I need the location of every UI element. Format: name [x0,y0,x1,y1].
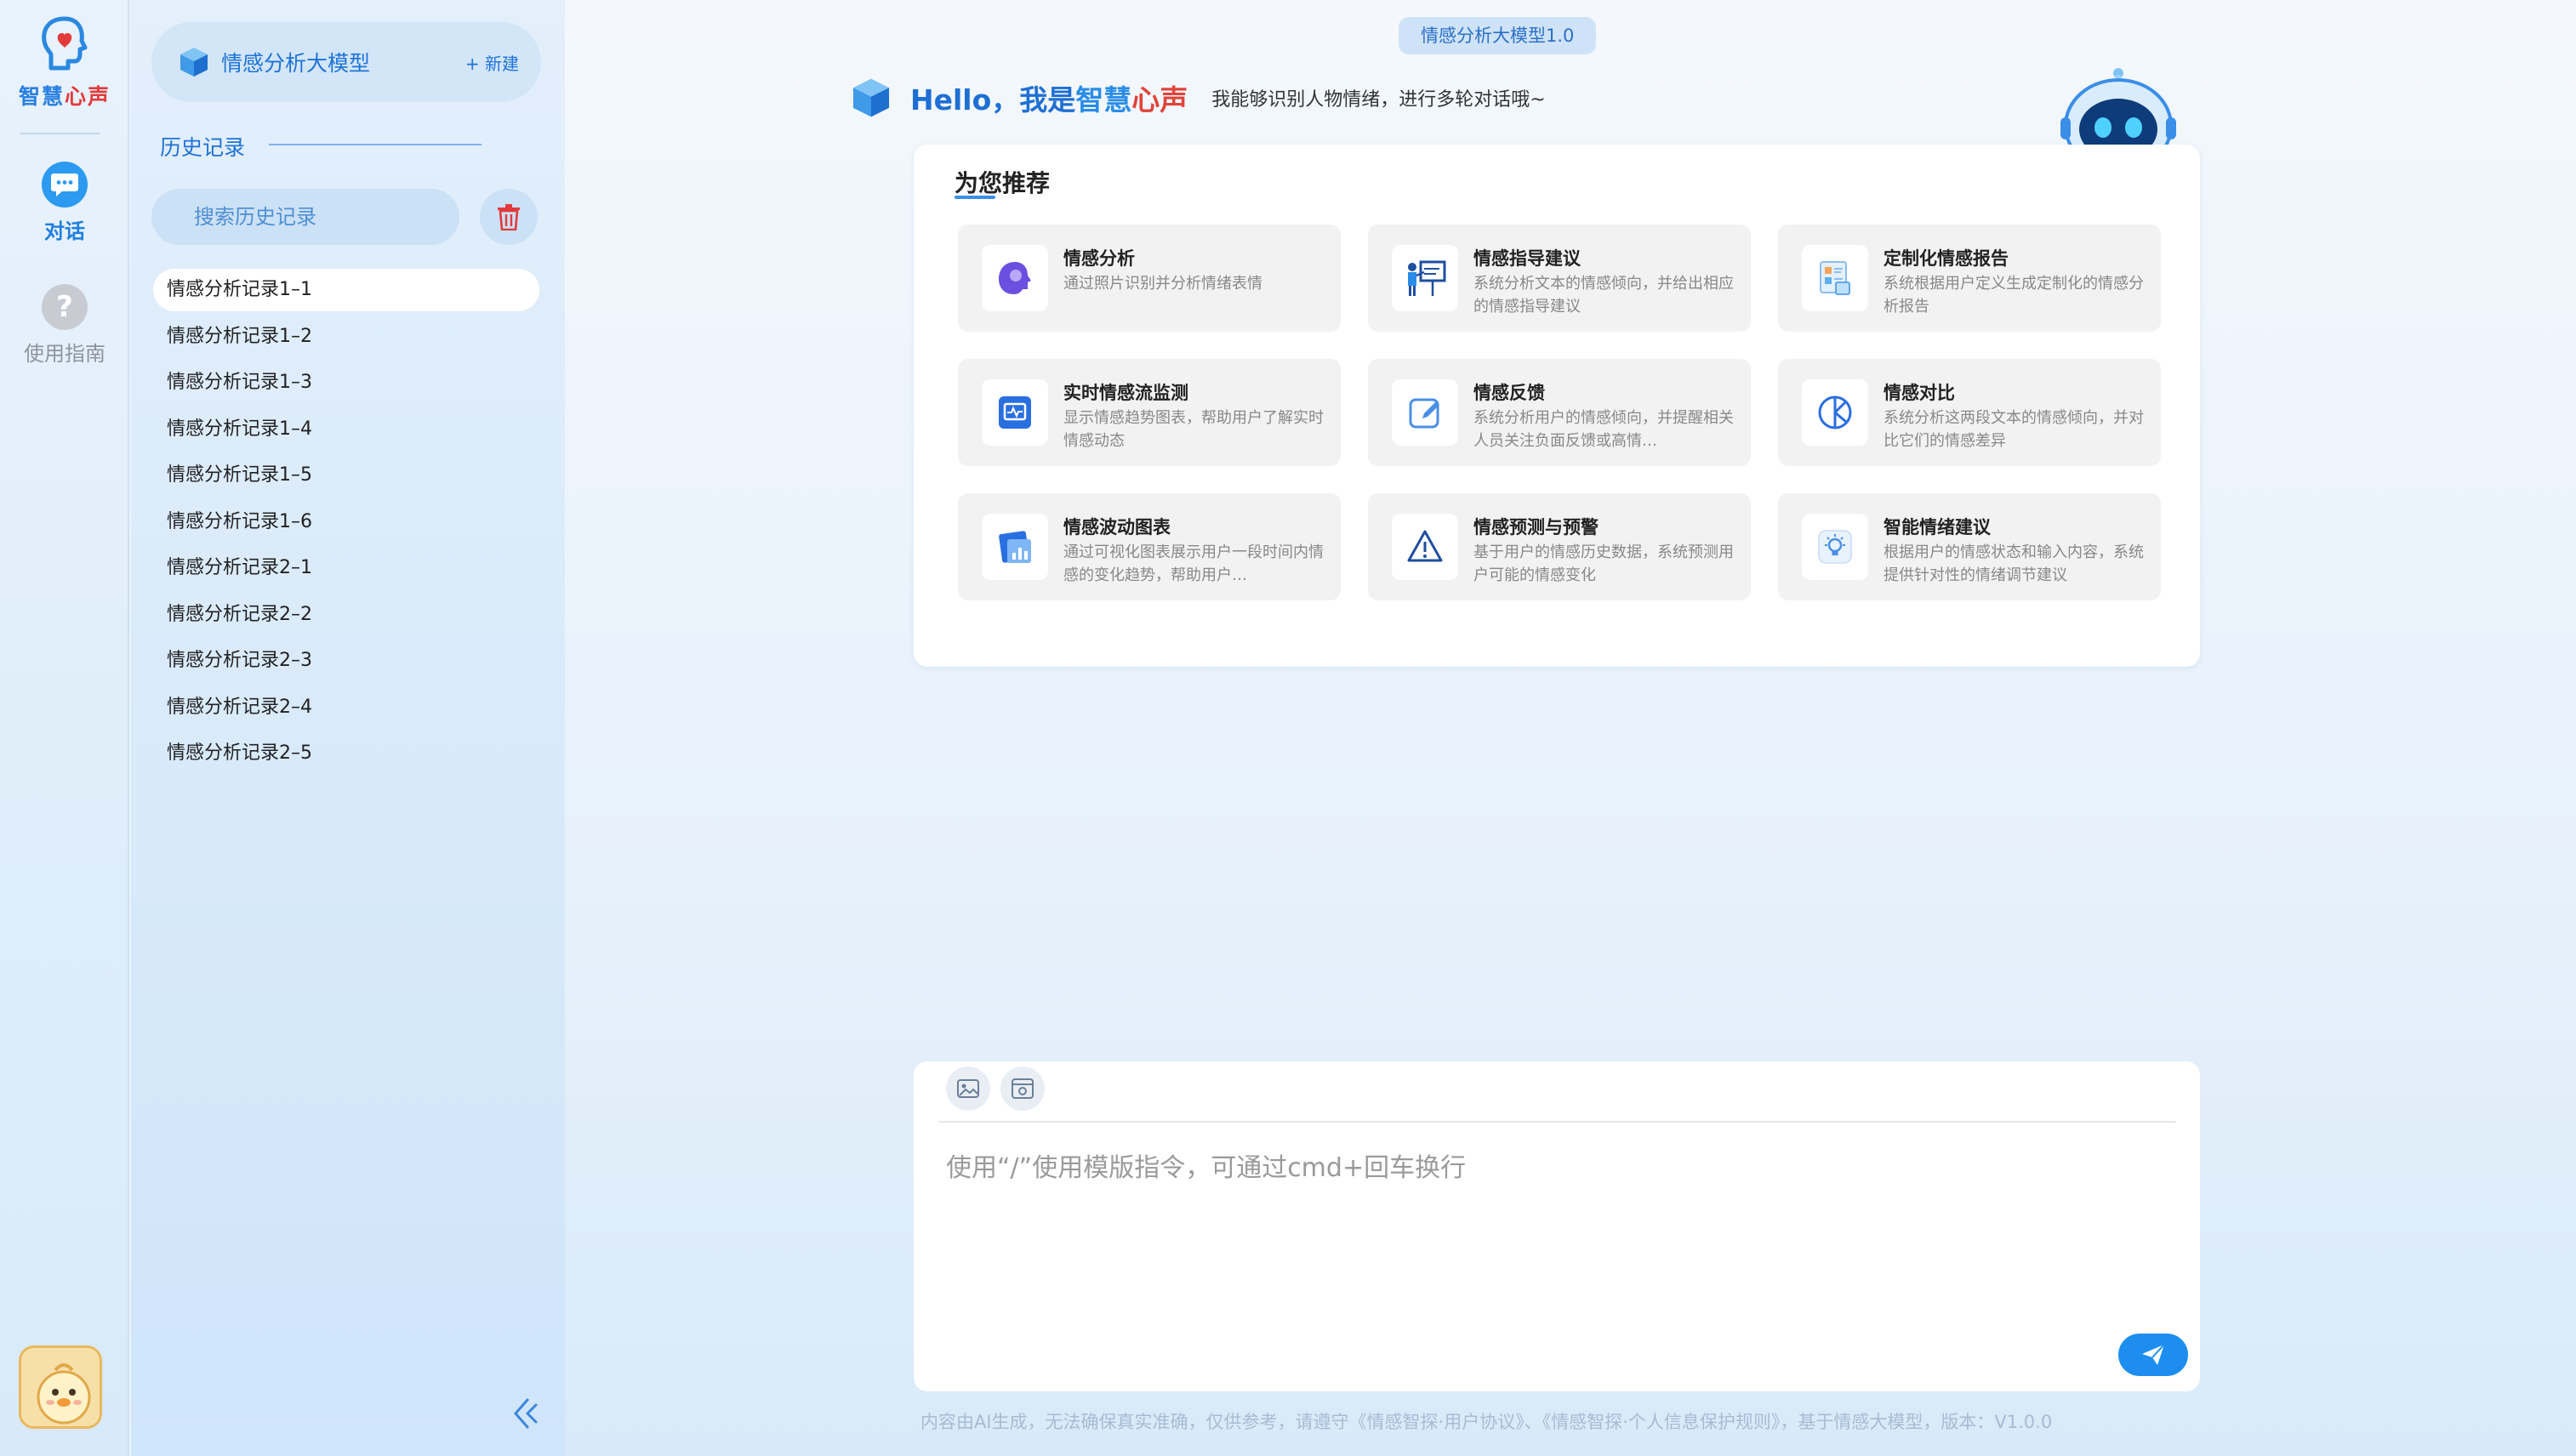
recommend-item-title: 情感预测与预警 [1473,517,1599,537]
upload-file-button[interactable] [1000,1066,1045,1111]
trash-icon [498,204,520,230]
face-scan-icon [982,245,1048,311]
list-item[interactable]: 情感分析记录1–3 [153,361,539,404]
recommend-card: 为您推荐 情感分析 通过照片识别并分析情绪表情 情感指导建议 系统分析文本的情感… [914,145,2200,667]
nav-item-label: 对话 [44,219,85,243]
history-title: 历史记录 [160,135,246,160]
recommend-item-desc: 通过可视化图表展示用户一段时间内情感的变化趋势，帮助用户… [1063,543,1324,584]
list-item[interactable]: 情感分析记录2–5 [153,732,539,775]
upload-image-button[interactable] [946,1066,990,1111]
version-badge: 情感分析大模型1.0 [1399,17,1597,54]
greeting-subtitle: 我能够识别人物情绪，进行多轮对话哦~ [1211,89,1546,111]
recommend-item-realtime-monitor[interactable]: 实时情感流监测 显示情感趋势图表，帮助用户了解实时情感动态 [958,359,1341,466]
recommend-item-feedback[interactable]: 情感反馈 系统分析用户的情感倾向，并提醒相关人员关注负面反馈或高情… [1368,359,1751,466]
message-input[interactable] [946,1146,2154,1317]
history-list: 情感分析记录1–1 情感分析记录1–2 情感分析记录1–3 情感分析记录1–4 … [153,269,539,779]
list-item[interactable]: 情感分析记录2–3 [153,640,539,682]
brand-name-part1: 智慧 [18,84,65,109]
greeting-prefix: Hello，我是 [910,83,1076,117]
list-item[interactable]: 情感分析记录1–1 [153,269,539,311]
app-logo: 智慧心声 [0,15,129,111]
edit-icon [1392,379,1458,446]
double-chevron-left-icon [514,1398,538,1429]
recommend-item-title: 情感对比 [1884,383,1955,403]
recommend-item-desc: 根据用户的情感状态和输入内容，系统提供针对性的情绪调节建议 [1884,543,2144,584]
recommend-item-title: 定制化情感报告 [1884,248,2009,269]
recommend-item-desc: 显示情感趋势图表，帮助用户了解实时情感动态 [1063,409,1324,450]
search-input[interactable] [194,205,449,229]
recommend-item-smart-advice[interactable]: 智能情绪建议 根据用户的情感状态和输入内容，系统提供针对性的情绪调节建议 [1778,493,2161,600]
collapse-sidebar-button[interactable] [509,1395,543,1436]
screen-icon [1012,1078,1034,1099]
report-icon [1802,245,1868,311]
recommend-item-desc: 系统分析这两段文本的情感倾向，并对比它们的情感差异 [1884,409,2144,450]
list-item[interactable]: 情感分析记录1–2 [153,316,539,358]
monitor-icon [982,379,1048,446]
recommend-item-compare[interactable]: 情感对比 系统分析这两段文本的情感倾向，并对比它们的情感差异 [1778,359,2161,466]
warning-icon [1392,514,1458,580]
question-icon: ? [42,284,88,330]
list-item[interactable]: 情感分析记录2–1 [153,547,539,589]
greeting-brand-2: 心声 [1131,83,1188,117]
main-area: 情感分析大模型1.0 Hello，我是智慧心声 我能够识别人物情绪，进行多轮对话… [565,0,2576,1456]
brand-name-part2: 心声 [65,84,111,109]
list-item[interactable]: 情感分析记录1–5 [153,454,539,497]
avatar[interactable] [19,1345,102,1429]
recommend-grid: 情感分析 通过照片识别并分析情绪表情 情感指导建议 系统分析文本的情感倾向，并给… [958,225,2161,600]
recommend-item-emotion-analysis[interactable]: 情感分析 通过照片识别并分析情绪表情 [958,225,1341,332]
greeting: Hello，我是智慧心声 我能够识别人物情绪，进行多轮对话哦~ [851,77,1546,119]
list-item[interactable]: 情感分析记录2–2 [153,594,539,636]
history-search [151,189,459,245]
presentation-icon [1392,245,1458,311]
composer-divider [939,1121,2176,1123]
send-button[interactable] [2118,1334,2188,1376]
cube-icon [852,78,890,117]
list-item[interactable]: 情感分析记录1–6 [153,501,539,543]
recommend-title-underline [955,196,995,199]
compare-icon [1802,379,1868,446]
recommend-item-desc: 系统分析用户的情感倾向，并提醒相关人员关注负面反馈或高情… [1473,409,1734,450]
recommend-item-forecast-warning[interactable]: 情感预测与预警 基于用户的情感历史数据，系统预测用户可能的情感变化 [1368,493,1751,600]
list-item[interactable]: 情感分析记录1–4 [153,408,539,451]
nav-divider [20,133,100,134]
new-chat-button[interactable]: + 新建 [465,50,519,75]
nav-item-label: 使用指南 [24,342,105,366]
recommend-item-custom-report[interactable]: 定制化情感报告 系统根据用户定义生成定制化的情感分析报告 [1778,225,2161,332]
recommend-item-desc: 系统分析文本的情感倾向，并给出相应的情感指导建议 [1473,275,1734,316]
greeting-title: Hello，我是智慧心声 [910,77,1188,118]
cube-icon [180,48,208,77]
chat-bubble-icon [42,162,88,208]
recommend-item-fluctuation-chart[interactable]: 情感波动图表 通过可视化图表展示用户一段时间内情感的变化趋势，帮助用户… [958,493,1341,600]
model-name: 情感分析大模型 [221,51,371,76]
image-icon [957,1079,979,1098]
greeting-brand-1: 智慧 [1075,83,1132,117]
left-nav: 智慧心声 对话 ? 使用指南 [0,0,129,1456]
send-icon [2142,1344,2165,1365]
message-composer [914,1061,2200,1391]
history-divider [269,144,482,145]
model-select-button[interactable]: 情感分析大模型 + 新建 [151,22,541,102]
recommend-item-desc: 通过照片识别并分析情绪表情 [1063,275,1262,293]
history-panel: 情感分析大模型 + 新建 历史记录 情感分析记录1–1 情感分析记录1–2 情感… [131,0,565,1456]
recommend-item-title: 智能情绪建议 [1884,517,1991,537]
nav-item-chat[interactable]: 对话 [0,162,129,244]
brain-heart-icon [42,16,88,71]
recommend-item-desc: 系统根据用户定义生成定制化的情感分析报告 [1884,275,2144,316]
recommend-title: 为您推荐 [955,169,1051,197]
list-item[interactable]: 情感分析记录2–4 [153,686,539,729]
recommend-item-title: 情感分析 [1063,248,1135,269]
footer-disclaimer: 内容由AI生成，无法确保真实准确，仅供参考，请遵守《情感智探·用户协议》、《情感… [920,1412,2053,1432]
recommend-item-title: 情感指导建议 [1473,248,1581,269]
lightbulb-icon [1802,514,1868,580]
recommend-item-title: 情感波动图表 [1063,517,1171,537]
recommend-item-guidance[interactable]: 情感指导建议 系统分析文本的情感倾向，并给出相应的情感指导建议 [1368,225,1751,332]
nav-item-guide[interactable]: ? 使用指南 [0,284,129,367]
recommend-item-desc: 基于用户的情感历史数据，系统预测用户可能的情感变化 [1473,543,1734,584]
delete-history-button[interactable] [480,189,538,245]
bar-chart-icon [982,514,1048,580]
recommend-item-title: 情感反馈 [1473,383,1545,403]
recommend-item-title: 实时情感流监测 [1063,383,1188,403]
